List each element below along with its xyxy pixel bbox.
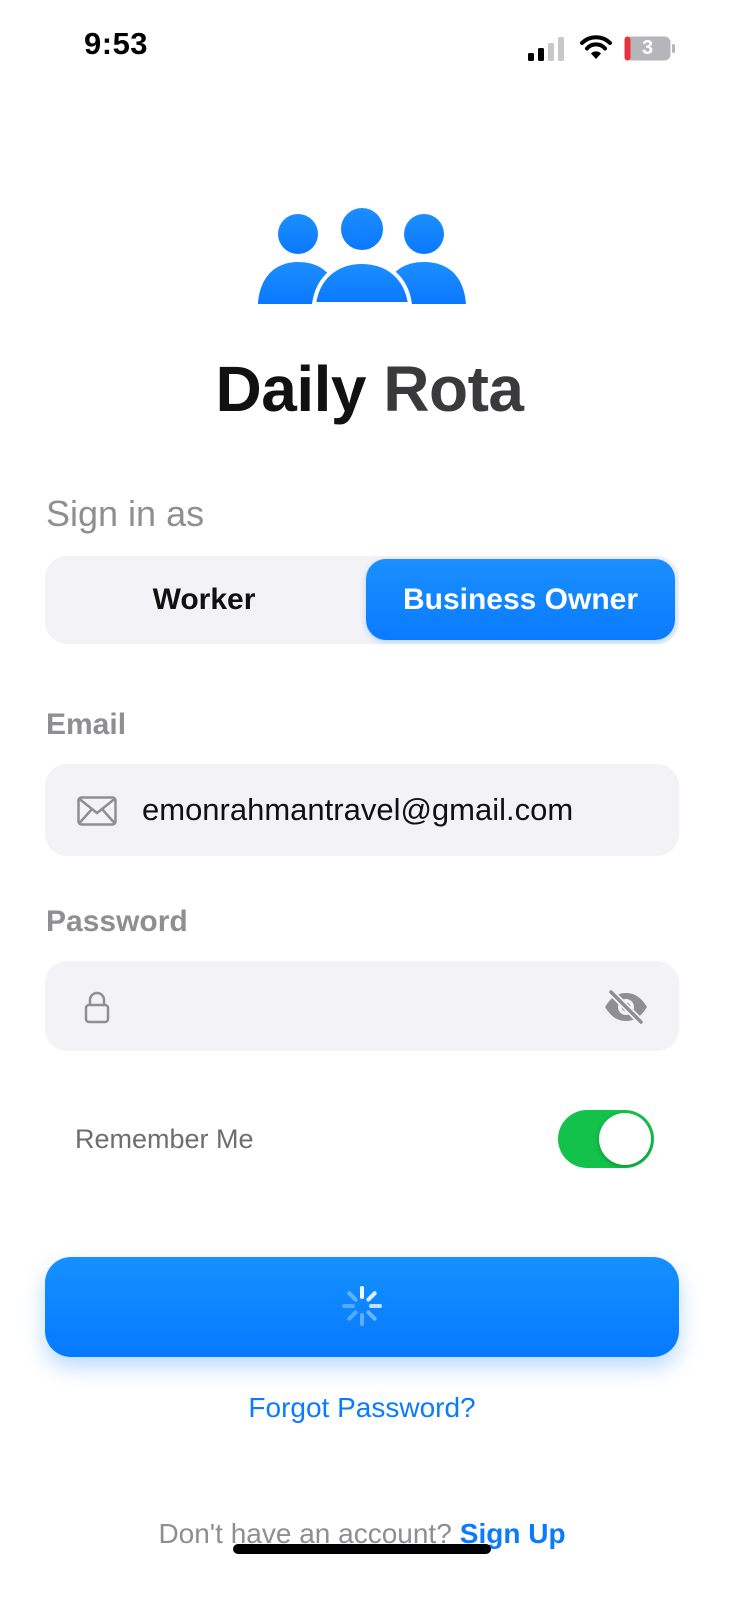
battery-level: 3 [641, 37, 654, 59]
segment-worker[interactable]: Worker [45, 556, 363, 644]
home-indicator [233, 1544, 491, 1554]
segment-business-owner[interactable]: Business Owner [366, 559, 675, 640]
email-input[interactable]: emonrahmantravel@gmail.com [142, 792, 573, 828]
envelope-icon [77, 796, 117, 826]
app-title: Daily Rota [0, 352, 739, 426]
password-field[interactable] [45, 961, 679, 1051]
wifi-icon [580, 35, 612, 59]
people-group-icon [258, 204, 466, 306]
email-label: Email [46, 708, 127, 741]
forgot-password-link[interactable]: Forgot Password? [0, 1392, 724, 1424]
status-time: 9:53 [84, 26, 149, 61]
sign-in-as-label: Sign in as [46, 493, 205, 534]
loading-spinner-icon [342, 1286, 382, 1326]
lock-icon [84, 991, 110, 1024]
cellular-signal-icon [528, 37, 564, 61]
password-label: Password [46, 905, 188, 938]
eye-slash-icon[interactable] [603, 989, 649, 1025]
toggle-knob [599, 1113, 651, 1165]
remember-me-label: Remember Me [75, 1124, 254, 1154]
remember-me-toggle[interactable] [558, 1110, 654, 1168]
battery-icon: 3 [624, 36, 676, 61]
app-title-part1: Daily [215, 353, 384, 425]
app-title-part2: Rota [383, 353, 524, 425]
